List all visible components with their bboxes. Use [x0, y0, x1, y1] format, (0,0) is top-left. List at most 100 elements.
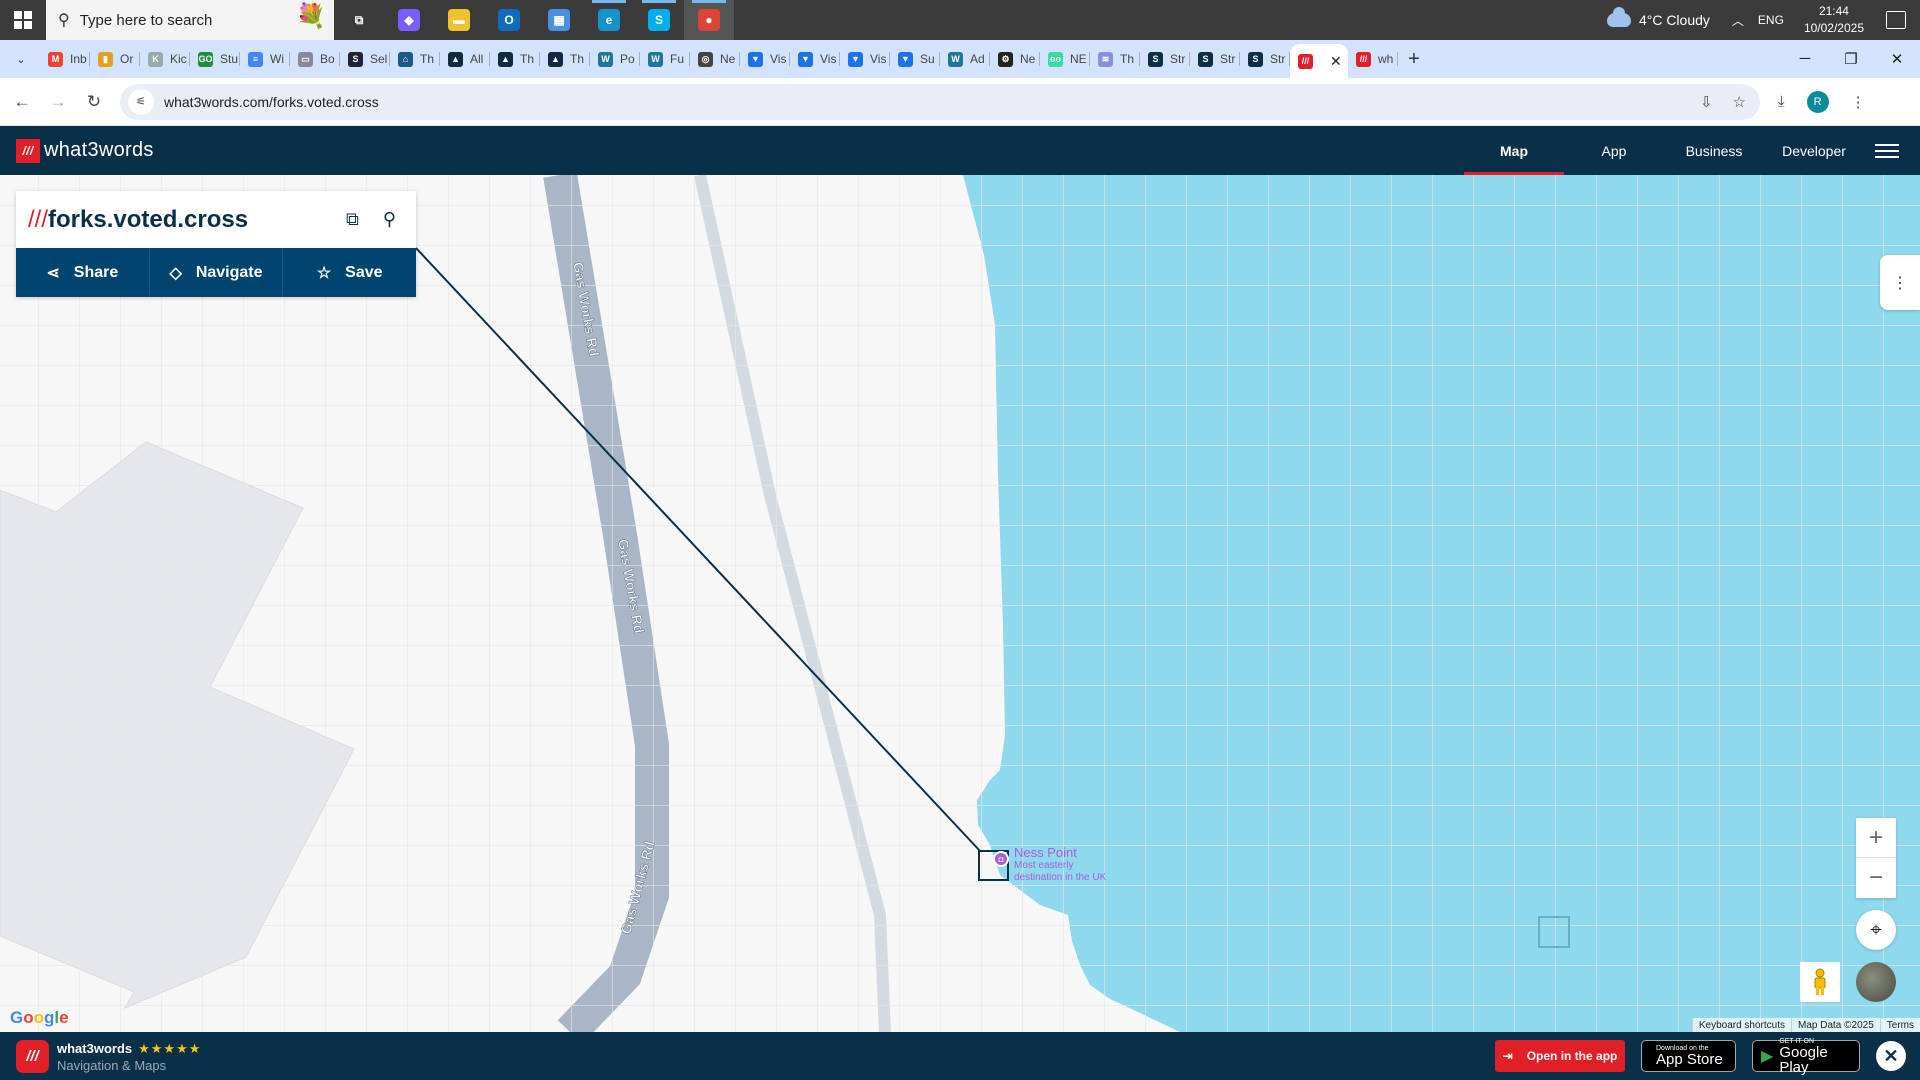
satellite-view-toggle[interactable] [1856, 962, 1896, 1002]
street-view-pegman-icon[interactable] [1800, 962, 1840, 1002]
tab-label: Bo [320, 52, 335, 66]
browser-tab[interactable]: S Str [1140, 43, 1190, 75]
taskbar-app-file-explorer[interactable]: ▬ [434, 0, 484, 40]
app-store-badge[interactable]: Download on the App Store [1641, 1040, 1736, 1072]
address-bar[interactable]: ⚟ what3words.com/forks.voted.cross ⇩ ☆ [120, 83, 1760, 120]
keyboard-shortcuts-link[interactable]: Keyboard shortcuts [1691, 1018, 1792, 1033]
taskbar-app-skype[interactable]: S [634, 0, 684, 40]
tab-label: All [470, 52, 484, 66]
terms-link[interactable]: Terms [1879, 1018, 1920, 1033]
browser-tab[interactable]: ≡ Wi [240, 43, 290, 75]
what3words-favicon-icon: /// [1298, 53, 1313, 69]
open-in-app-button[interactable]: ⇥ Open in the app [1495, 1040, 1625, 1072]
map-canvas[interactable]: Gas Works Rd Gas Works Rd Gas Works Rd [0, 175, 1920, 1032]
taskbar-app-chrome[interactable]: ● [684, 0, 734, 40]
menu-icon[interactable] [1864, 143, 1910, 158]
taskbar-app-edge[interactable]: e [584, 0, 634, 40]
weather-widget[interactable]: 4°C Cloudy [1606, 7, 1710, 28]
browser-tab[interactable]: oo NE [1040, 43, 1090, 75]
tab-label: Th [420, 52, 435, 66]
w3w-address[interactable]: ///forks.voted.cross [28, 206, 248, 234]
tab-favicon-icon: ≋ [1098, 51, 1113, 67]
restore-button[interactable]: ❐ [1828, 50, 1874, 68]
copy-icon[interactable]: ⧉ [346, 209, 359, 230]
url-text[interactable]: what3words.com/forks.voted.cross [164, 94, 379, 110]
browser-tab[interactable]: ▭ Bo [290, 43, 340, 75]
close-tab-icon[interactable]: ✕ [1330, 53, 1342, 70]
browser-tab[interactable]: ▼ Su [890, 43, 940, 75]
browser-tab[interactable]: GO Stu [190, 43, 240, 75]
tab-label: Th [520, 52, 535, 66]
tab-favicon-icon: ▲ [448, 51, 463, 67]
install-app-icon[interactable]: ⇩ [1700, 93, 1713, 111]
tab-search-button[interactable]: ⌄ [6, 44, 36, 74]
browser-tab[interactable]: M Inb [40, 43, 90, 75]
browser-tab[interactable]: ▲ All [440, 43, 490, 75]
tray-chevron-icon[interactable]: ︿ [1732, 12, 1744, 29]
navigate-button[interactable]: ◇ Navigate [150, 248, 284, 297]
language-indicator[interactable]: ENG [1758, 13, 1784, 27]
taskbar-app-microsoft-store[interactable]: ▦ [534, 0, 584, 40]
profile-avatar[interactable]: R [1806, 90, 1829, 113]
site-info-icon[interactable]: ⚟ [128, 88, 154, 115]
start-button[interactable] [0, 0, 46, 40]
browser-tab[interactable]: S Str [1190, 43, 1240, 75]
site-logo[interactable]: /// what3words [16, 138, 154, 163]
clock[interactable]: 21:44 10/02/2025 [1804, 3, 1864, 37]
taskbar-app-outlook[interactable]: O [484, 0, 534, 40]
tab-active[interactable]: /// ✕ [1290, 44, 1348, 78]
minimize-button[interactable]: ─ [1782, 50, 1828, 68]
browser-tab[interactable]: S Str [1240, 43, 1290, 75]
nav-developer[interactable]: Developer [1764, 126, 1864, 175]
download-icon[interactable]: ⤓ [1778, 93, 1785, 110]
browser-tab[interactable]: ▼ Vis [740, 43, 790, 75]
nav-business[interactable]: Business [1664, 126, 1764, 175]
browser-tab[interactable]: ◎ Ne [690, 43, 740, 75]
browser-tab[interactable]: S Sel [340, 43, 390, 75]
back-button[interactable]: ← [4, 92, 40, 112]
notification-icon[interactable] [1886, 11, 1906, 29]
browser-tab[interactable]: W Fu [640, 43, 690, 75]
forward-button[interactable]: → [40, 92, 76, 112]
taskbar-search[interactable]: ⚲ Type here to search 💐 [46, 0, 334, 40]
save-button[interactable]: ☆ Save [283, 248, 416, 297]
nav-app[interactable]: App [1564, 126, 1664, 175]
reload-button[interactable]: ↻ [76, 92, 112, 112]
browser-tab[interactable]: ≋ Th [1090, 43, 1140, 75]
app-banner: /// what3words ★★★★★ Navigation & Maps ⇥ O… [0, 1032, 1920, 1080]
browser-tab[interactable]: ▼ Vis [840, 43, 890, 75]
taskbar-apps: ⧉ ◆ ▬ O ▦ e S ● [334, 0, 734, 40]
browser-tabstrip: ⌄ M Inb ▮ Or K Kic GO Stu ≡ Wi ▭ Bo S Sel ⌂ Th ▲ All ▲ Th ▲ T… [0, 40, 1920, 78]
map-options-button[interactable]: ⋮ [1880, 255, 1920, 310]
nav-map[interactable]: Map [1464, 126, 1564, 175]
tab-label: NE [1070, 52, 1087, 66]
new-tab-button[interactable]: + [1398, 48, 1430, 71]
browser-tab[interactable]: W Po [590, 43, 640, 75]
close-window-button[interactable]: ✕ [1874, 50, 1920, 68]
browser-tab[interactable]: K Kic [140, 43, 190, 75]
windows-taskbar: ⚲ Type here to search 💐 ⧉ ◆ ▬ O ▦ e S ● 4°C Clo… [0, 0, 1920, 40]
browser-tab[interactable]: ⌂ Th [390, 43, 440, 75]
browser-tab[interactable]: ▮ Or [90, 43, 140, 75]
bookmark-star-icon[interactable]: ☆ [1733, 93, 1746, 111]
browser-tab[interactable]: ▲ Th [540, 43, 590, 75]
zoom-in-button[interactable]: + [1856, 818, 1896, 858]
tab-label: Th [1120, 52, 1135, 66]
tab-what3words[interactable]: /// wh [1348, 43, 1398, 75]
browser-tab[interactable]: ▲ Th [490, 43, 540, 75]
share-button[interactable]: ⋖ Share [16, 248, 150, 297]
taskbar-app-task-view[interactable]: ⧉ [334, 0, 384, 40]
tab-label: Ad [970, 52, 985, 66]
close-banner-button[interactable]: ✕ [1876, 1041, 1906, 1071]
zoom-out-button[interactable]: − [1856, 858, 1896, 898]
google-play-badge[interactable]: ▶ GET IT ON Google Play [1752, 1038, 1860, 1075]
browser-tab[interactable]: ▼ Vis [790, 43, 840, 75]
search-placeholder: Type here to search [79, 11, 213, 29]
taskbar-app-copilot[interactable]: ◆ [384, 0, 434, 40]
chrome-menu-icon[interactable]: ⋮ [1851, 93, 1866, 111]
poi-ness-point[interactable]: ◘ Ness Point Most easterly destination i… [993, 845, 1106, 884]
browser-tab[interactable]: W Ad [940, 43, 990, 75]
search-icon[interactable]: ⚲ [383, 209, 396, 230]
browser-tab[interactable]: ⚙ Ne [990, 43, 1040, 75]
my-location-button[interactable]: ⌖ [1856, 910, 1896, 950]
